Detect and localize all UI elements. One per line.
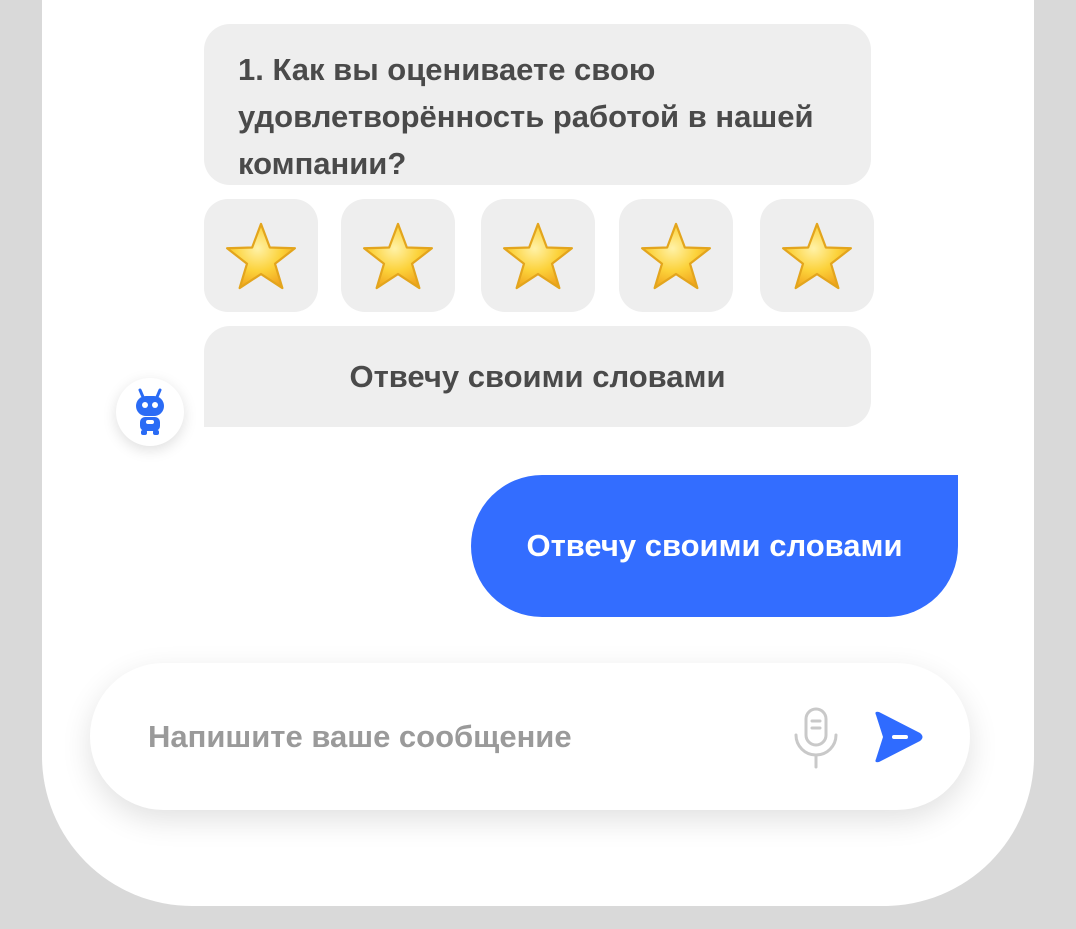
bot-question-bubble: 1. Как вы оцениваете свою удовлетворённо… bbox=[204, 24, 871, 185]
star-icon bbox=[501, 221, 575, 291]
message-input[interactable] bbox=[148, 707, 768, 767]
send-icon bbox=[875, 711, 923, 763]
send-button[interactable] bbox=[870, 709, 926, 765]
star-icon bbox=[361, 221, 435, 291]
user-message-text: Отвечу своими словами bbox=[526, 528, 903, 563]
microphone-icon bbox=[794, 707, 838, 769]
robot-icon bbox=[136, 388, 164, 435]
star-icon bbox=[224, 221, 298, 291]
rating-star-5[interactable] bbox=[760, 199, 874, 312]
own-words-option-label: Отвечу своими словами bbox=[349, 358, 726, 394]
message-composer bbox=[90, 663, 970, 810]
microphone-button[interactable] bbox=[790, 707, 842, 769]
user-message-bubble: Отвечу своими словами bbox=[471, 475, 958, 617]
own-words-option-button[interactable]: Отвечу своими словами bbox=[204, 326, 871, 427]
star-icon bbox=[639, 221, 713, 291]
rating-star-1[interactable] bbox=[204, 199, 318, 312]
rating-star-4[interactable] bbox=[619, 199, 733, 312]
rating-star-2[interactable] bbox=[341, 199, 455, 312]
star-icon bbox=[780, 221, 854, 291]
question-text: 1. Как вы оцениваете свою удовлетворённо… bbox=[238, 52, 814, 181]
star-rating bbox=[204, 199, 874, 312]
rating-star-3[interactable] bbox=[481, 199, 595, 312]
bot-avatar bbox=[116, 378, 184, 446]
